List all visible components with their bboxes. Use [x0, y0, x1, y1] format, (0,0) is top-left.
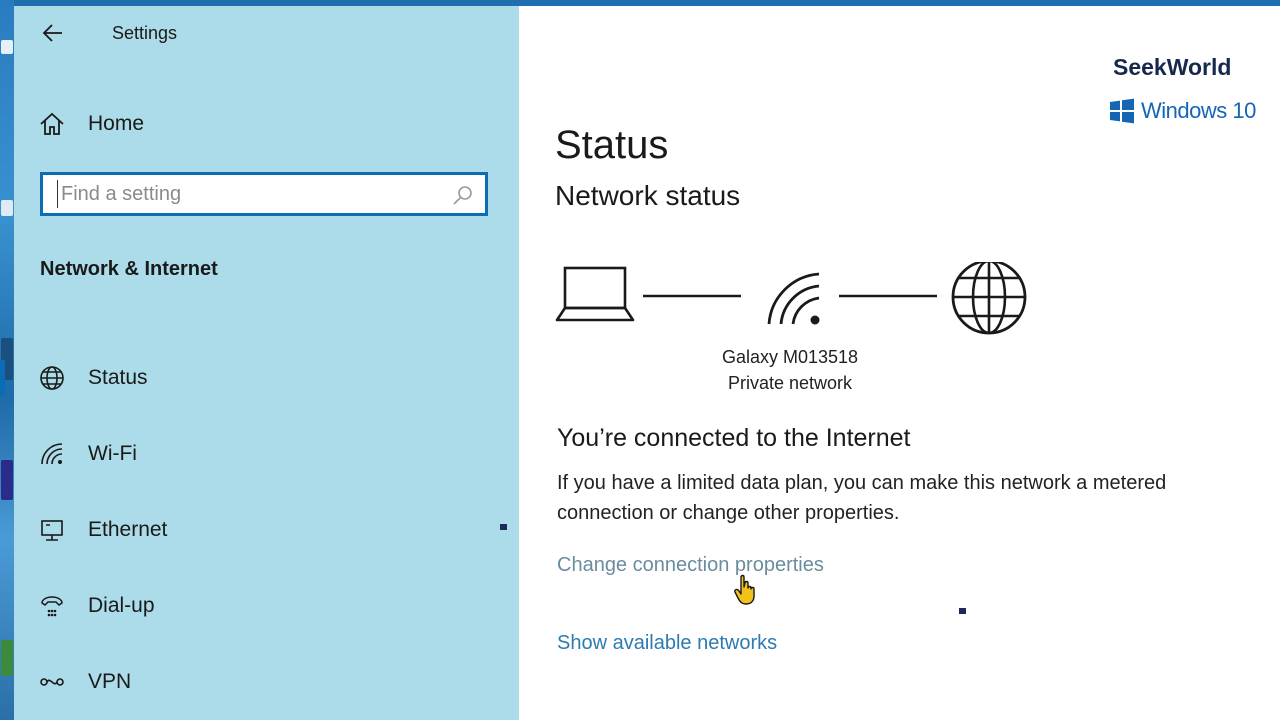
- network-diagram: [555, 262, 1027, 335]
- wifi-icon: [41, 443, 63, 465]
- sidebar-item-label: VPN: [88, 670, 132, 693]
- sidebar-item-ethernet[interactable]: Ethernet: [14, 492, 519, 568]
- globe-icon: [40, 366, 64, 390]
- change-connection-properties-link[interactable]: Change connection properties: [557, 554, 824, 577]
- main-content: Status Network status Galaxy M013518 Pri…: [519, 6, 1280, 720]
- sidebar-item-label: Status: [88, 366, 148, 389]
- network-name: Galaxy M013518: [721, 347, 859, 367]
- sidebar-item-home[interactable]: Home: [38, 104, 478, 144]
- network-type: Private network: [727, 373, 853, 393]
- internet-globe-icon: [951, 262, 1027, 335]
- watermark-brand: SeekWorld: [1113, 54, 1232, 80]
- app-title: Settings: [112, 23, 178, 43]
- search-input[interactable]: [57, 180, 441, 208]
- connection-status-heading: You’re connected to the Internet: [557, 424, 911, 452]
- section-title: Network & Internet: [40, 258, 218, 280]
- search-icon[interactable]: [451, 183, 475, 207]
- hand-cursor-icon: [734, 574, 755, 605]
- dialup-icon: [41, 596, 63, 617]
- windows-logo-icon: [1110, 98, 1134, 124]
- sidebar-item-label: Wi-Fi: [88, 442, 137, 465]
- sidebar-item-dialup[interactable]: Dial-up: [14, 568, 519, 644]
- laptop-icon: [555, 266, 635, 322]
- vpn-icon: [40, 678, 64, 686]
- back-button[interactable]: [40, 20, 66, 46]
- network-info: Galaxy M013518 Private network: [679, 344, 901, 396]
- back-arrow-icon: [42, 24, 62, 42]
- settings-sidebar: Settings Home Network & Internet Status: [0, 6, 519, 720]
- sidebar-item-label: Home: [88, 112, 145, 135]
- artifact-dot: [500, 524, 507, 530]
- home-icon: [40, 112, 64, 135]
- sidebar-item-wifi[interactable]: Wi-Fi: [14, 416, 519, 492]
- sidebar-item-label: Ethernet: [88, 518, 168, 541]
- connection-description: If you have a limited data plan, you can…: [557, 472, 1167, 524]
- page-title: Status: [555, 122, 669, 167]
- sidebar-item-label: Dial-up: [88, 594, 155, 617]
- search-box[interactable]: [40, 172, 488, 216]
- artifact-dot: [959, 608, 966, 614]
- sidebar-item-status[interactable]: Status: [0, 340, 519, 416]
- sidebar-nav: Status Wi-Fi Ethernet Dial-up VPN: [0, 340, 519, 720]
- wifi-signal-icon: [767, 272, 820, 325]
- network-status-heading: Network status: [555, 180, 741, 211]
- ethernet-icon: [41, 520, 63, 541]
- sidebar-item-vpn[interactable]: VPN: [14, 644, 519, 720]
- windows-10-label: Windows 10: [1141, 98, 1256, 123]
- show-available-networks-link[interactable]: Show available networks: [557, 632, 777, 655]
